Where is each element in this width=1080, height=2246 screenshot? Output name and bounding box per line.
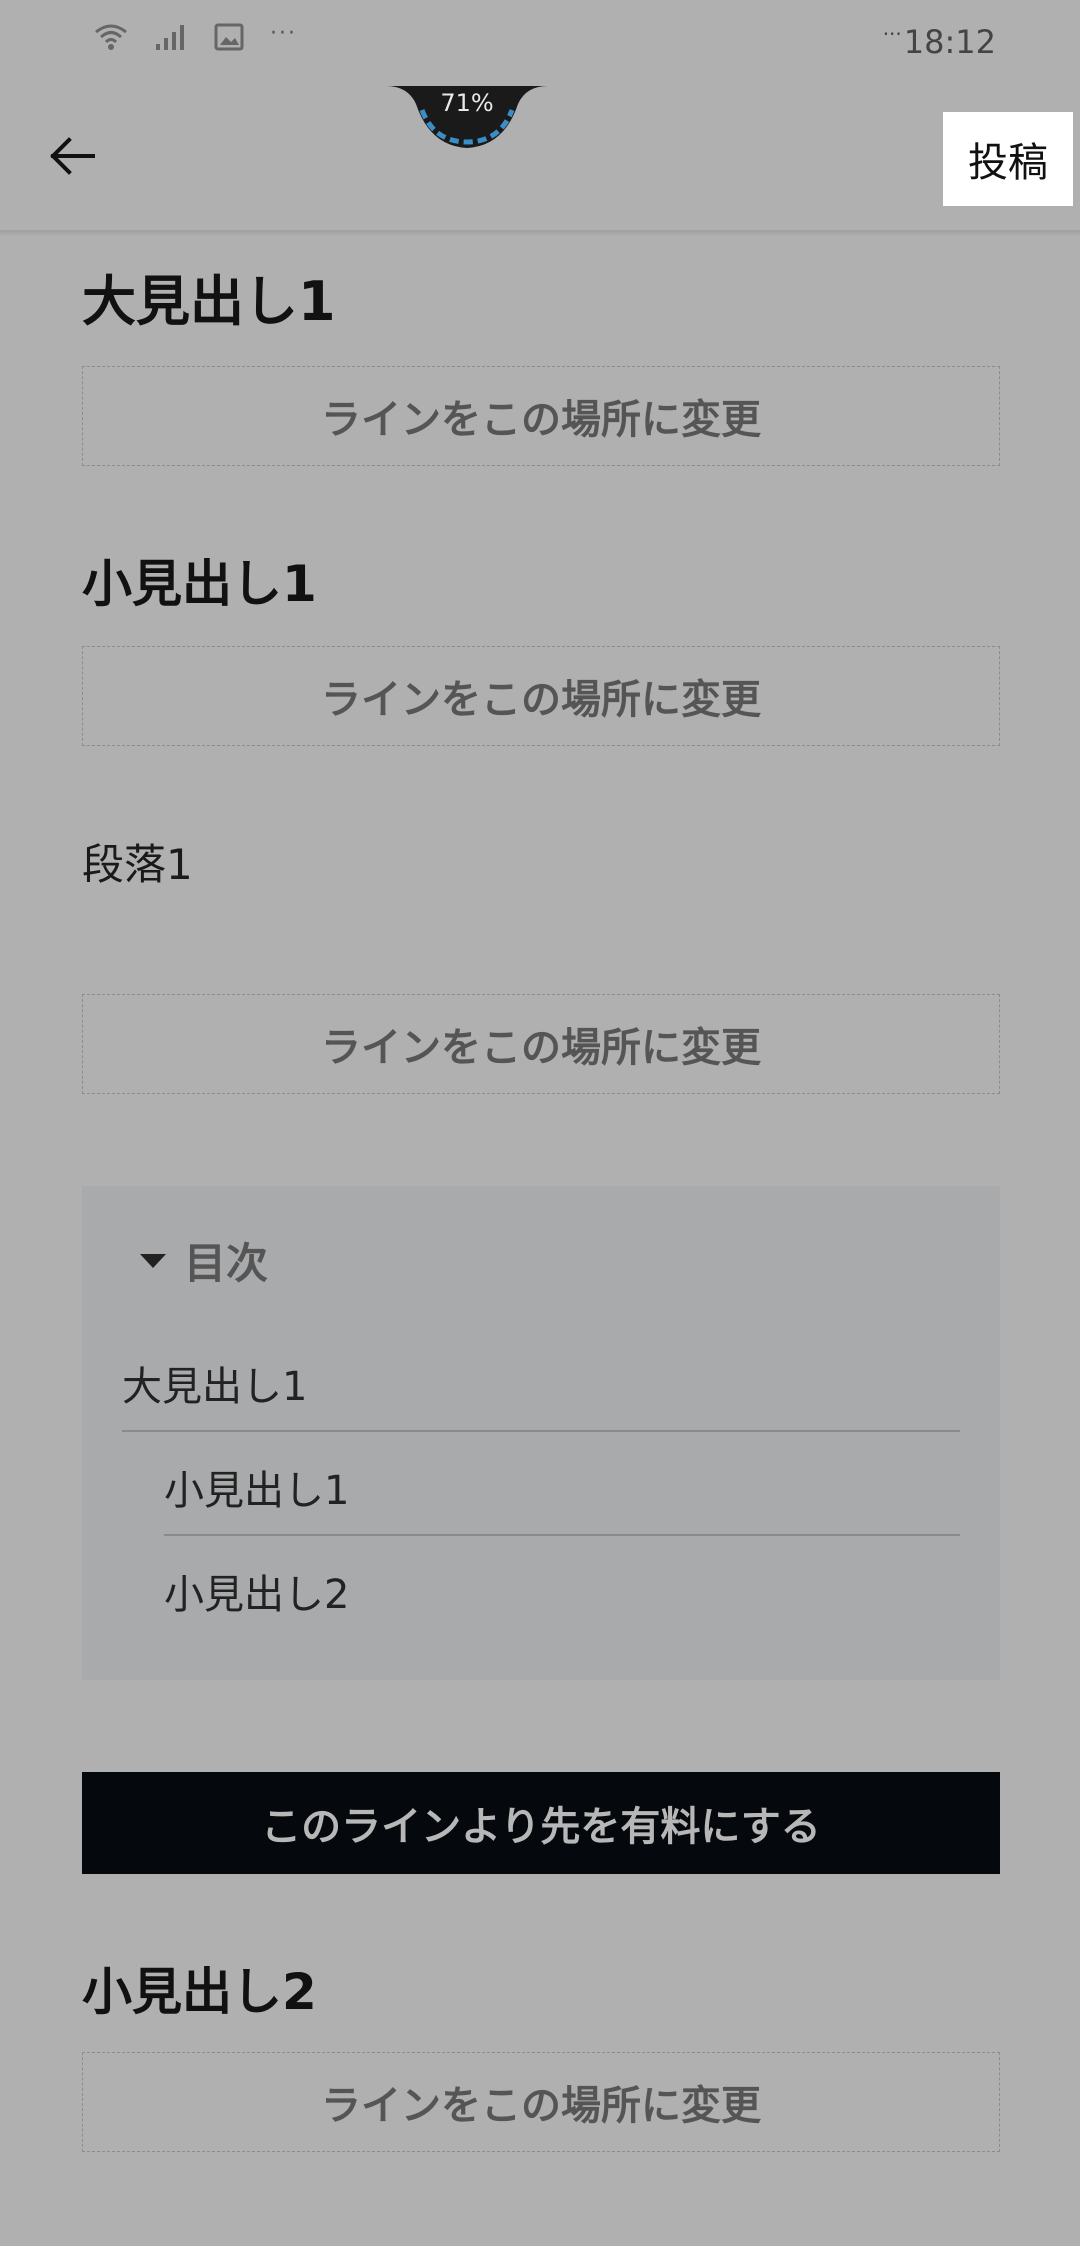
paragraph-1[interactable]: 段落1 (82, 840, 1000, 890)
line-change-button[interactable]: ラインをこの場所に変更 (82, 366, 1000, 466)
paid-line-block: このラインより先を有料にする (82, 1772, 1000, 1874)
status-time: 18:12 (903, 23, 996, 61)
caret-down-icon (140, 1253, 166, 1268)
status-bar: ··· ···18:12 (0, 0, 1080, 86)
paragraph-block: 段落1 (82, 840, 1000, 890)
signal-icon (154, 22, 188, 52)
arrow-left-icon (49, 136, 95, 180)
line-change-button[interactable]: ラインをこの場所に変更 (82, 646, 1000, 746)
status-overflow-left: ··· (270, 20, 297, 46)
line-change-slot-1: ラインをこの場所に変更 (82, 366, 1000, 466)
app-bar: 投稿 (0, 86, 1080, 232)
paid-line-button[interactable]: このラインより先を有料にする (82, 1772, 1000, 1874)
status-time-area: ···18:12 (883, 22, 996, 61)
toc-item[interactable]: 小見出し2 (164, 1562, 349, 1620)
line-change-slot-3: ラインをこの場所に変更 (82, 994, 1000, 1094)
back-button[interactable] (40, 126, 104, 190)
line-change-button[interactable]: ラインをこの場所に変更 (82, 994, 1000, 1094)
toc-block: 目次 大見出し1 小見出し1 小見出し2 (82, 1186, 1000, 1680)
line-change-button[interactable]: ラインをこの場所に変更 (82, 2052, 1000, 2152)
heading-small-2[interactable]: 小見出し2 (82, 1962, 1000, 2022)
heading-large-block: 大見出し1 (82, 270, 1000, 335)
post-button[interactable]: 投稿 (943, 112, 1073, 206)
table-of-contents: 目次 大見出し1 小見出し1 小見出し2 (82, 1186, 1000, 1680)
heading-small-block-2: 小見出し2 (82, 1962, 1000, 2022)
line-change-slot-4: ラインをこの場所に変更 (82, 2052, 1000, 2152)
status-overflow-right: ··· (882, 22, 902, 46)
toc-item[interactable]: 大見出し1 (122, 1354, 307, 1412)
heading-small-1[interactable]: 小見出し1 (82, 554, 1000, 614)
wifi-icon (94, 22, 128, 52)
toc-divider (122, 1430, 960, 1432)
toc-title: 目次 (184, 1239, 269, 1288)
line-change-slot-2: ラインをこの場所に変更 (82, 646, 1000, 746)
toc-toggle[interactable]: 目次 (140, 1230, 268, 1291)
status-icons: ··· (94, 20, 297, 52)
heading-large-1[interactable]: 大見出し1 (82, 270, 1000, 335)
image-icon (214, 22, 244, 52)
heading-small-block-1: 小見出し1 (82, 554, 1000, 614)
toc-item[interactable]: 小見出し1 (164, 1458, 349, 1516)
toc-divider (164, 1534, 960, 1536)
